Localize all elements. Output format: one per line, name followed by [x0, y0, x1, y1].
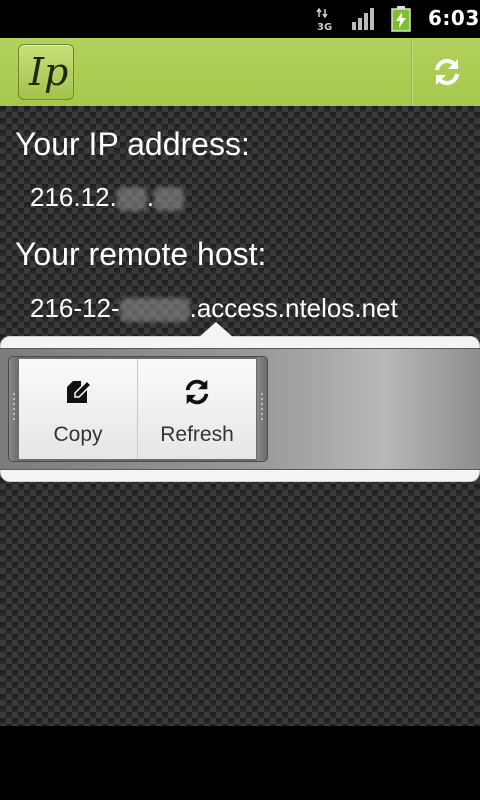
- scroll-grip-left: [9, 357, 19, 461]
- redacted-segment: [116, 187, 147, 212]
- redacted-segment: [119, 298, 190, 323]
- app-logo[interactable]: Ip: [18, 44, 74, 100]
- copy-button[interactable]: Copy: [19, 359, 138, 459]
- host-value-prefix: 216-12-: [30, 293, 120, 323]
- refresh-menu-button[interactable]: Refresh: [138, 359, 256, 459]
- copy-label: Copy: [53, 423, 103, 446]
- refresh-label: Refresh: [160, 423, 234, 446]
- app-logo-text: Ip: [29, 50, 69, 94]
- quick-action-list: Copy Refresh: [8, 356, 268, 462]
- quick-action-popup: Copy Refresh: [0, 322, 480, 482]
- signal-bars-icon: [352, 8, 374, 30]
- copy-edit-icon: [67, 379, 93, 403]
- host-value-suffix: .access.ntelos.net: [189, 293, 398, 323]
- remote-host-value[interactable]: 216-12- .access.ntelos.net: [30, 293, 398, 324]
- ip-address-label: Your IP address:: [15, 126, 250, 162]
- battery-charging-icon: [391, 6, 411, 32]
- action-bar: Ip: [0, 38, 480, 107]
- ip-value-separator: .: [146, 182, 154, 212]
- svg-text:3G: 3G: [317, 22, 332, 32]
- popup-arrow: [198, 322, 234, 338]
- refresh-icon: [185, 379, 209, 405]
- grip-dots: [261, 393, 263, 423]
- remote-host-label: Your remote host:: [15, 236, 267, 272]
- screen: 3G 6:03 Ip Your IP address: 216.12. . Yo…: [0, 0, 480, 800]
- redacted-segment: [153, 187, 184, 212]
- status-bar: 3G 6:03: [0, 0, 480, 38]
- status-clock: 6:03: [428, 6, 480, 30]
- 3g-data-icon: 3G: [316, 8, 332, 32]
- refresh-icon: [435, 58, 459, 86]
- grip-dots: [13, 393, 15, 423]
- scroll-grip-right: [257, 357, 267, 461]
- ip-value-prefix: 216.12.: [30, 182, 117, 212]
- ip-address-value[interactable]: 216.12..: [30, 182, 184, 213]
- refresh-button[interactable]: [413, 38, 480, 106]
